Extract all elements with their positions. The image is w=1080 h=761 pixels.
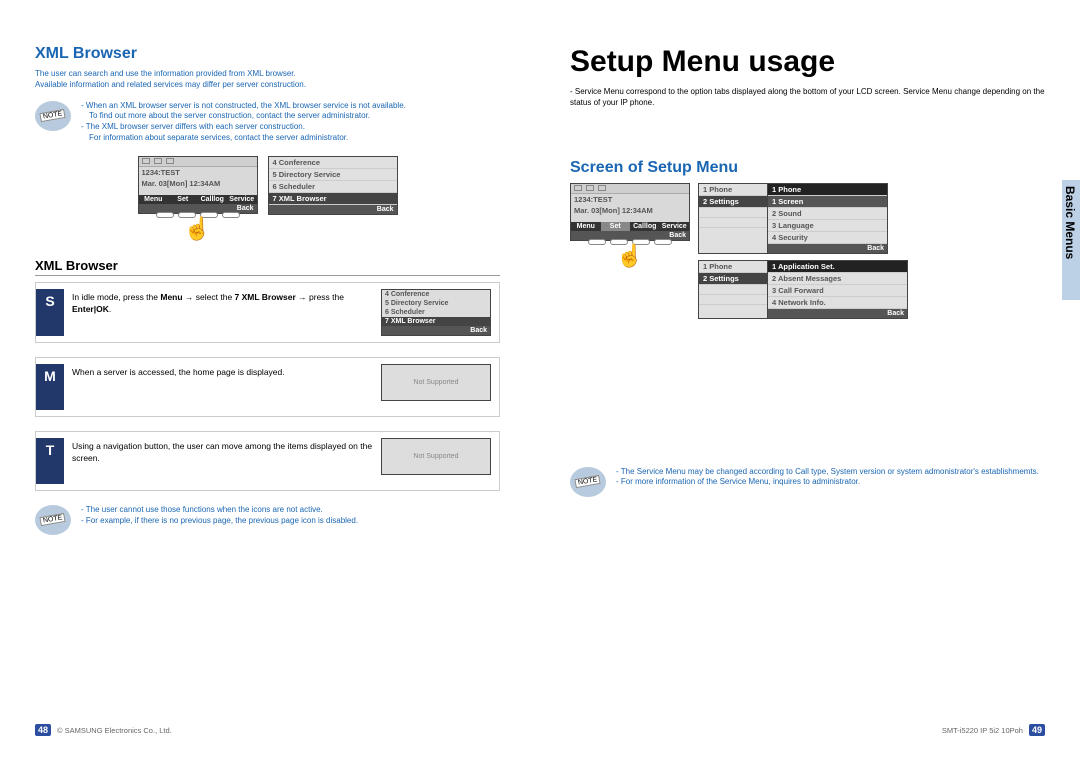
idle-lcd: 1234:TEST Mar. 03[Mon] 12:34AM Menu Set … [138, 156, 258, 214]
step-s-tag: S [36, 289, 64, 336]
note-icon: NOTE [35, 505, 71, 535]
page-left: XML Browser The user can search and use … [0, 0, 540, 761]
step-m-text: When a server is accessed, the home page… [72, 364, 375, 378]
hand-icon: ☝ [616, 245, 643, 267]
footer-right: SMT-i5220 IP 5i2 10Poh 49 [942, 724, 1045, 736]
note-text-2: The user cannot use those functions when… [81, 505, 358, 527]
screen-of-setup-heading: Screen of Setup Menu [570, 159, 1045, 177]
setup-menu-title: Setup Menu usage [570, 45, 1045, 79]
step-m-lcd: Not Supported [381, 364, 491, 401]
xml-browser-title: XML Browser [35, 45, 500, 63]
footer-right-text: SMT-i5220 IP 5i2 10Poh [942, 726, 1023, 735]
note-icon: NOTE [570, 467, 606, 497]
setup-cluster: 1234:TEST Mar. 03[Mon] 12:34AM Menu Set … [570, 183, 1045, 319]
intro-line-2: Available information and related servic… [35, 80, 500, 91]
intro-line-1: The user can search and use the informat… [35, 69, 500, 80]
setup-split-2: 1 Phone 2 Settings 1 Application Set. 2 … [698, 260, 908, 319]
step-t: T Using a navigation button, the user ca… [35, 431, 500, 491]
hand-icon: ☝ [184, 218, 211, 240]
page-right: Setup Menu usage - Service Menu correspo… [540, 0, 1080, 761]
softkeys-hand: ☝ [156, 212, 240, 240]
side-tab-basic-menus: Basic Menus [1062, 180, 1080, 300]
page-number-left: 48 [35, 724, 51, 736]
xml-browser-subheading: XML Browser [35, 258, 500, 276]
note-block-1: NOTE When an XML browser server is not c… [35, 101, 500, 144]
note-text-1: When an XML browser server is not constr… [81, 101, 406, 144]
footer-left: 48 © SAMSUNG Electronics Co., Ltd. [35, 724, 172, 736]
step-t-lcd: Not Supported [381, 438, 491, 475]
footer-left-text: © SAMSUNG Electronics Co., Ltd. [57, 726, 172, 735]
step-t-tag: T [36, 438, 64, 484]
step-t-text: Using a navigation button, the user can … [72, 438, 375, 465]
step-s-text: In idle mode, press the Menu → select th… [72, 289, 375, 316]
idle-lcd-right: 1234:TEST Mar. 03[Mon] 12:34AM Menu Set … [570, 183, 690, 241]
xml-menu-lcd: 4 Conference 5 Directory Service 6 Sched… [268, 156, 398, 215]
note-block-right: NOTE The Service Menu may be changed acc… [570, 467, 1045, 497]
setup-intro: - Service Menu correspond to the option … [570, 87, 1045, 109]
step-s: S In idle mode, press the Menu → select … [35, 282, 500, 343]
setup-split-1: 1 Phone 2 Settings 1 Phone 1 Screen 2 So… [698, 183, 908, 254]
page-number-right: 49 [1029, 724, 1045, 736]
softkeys-hand-right: ☝ [588, 239, 672, 267]
step-m: M When a server is accessed, the home pa… [35, 357, 500, 417]
step-m-tag: M [36, 364, 64, 410]
note-text-right: The Service Menu may be changed accordin… [616, 467, 1039, 489]
note-block-2: NOTE The user cannot use those functions… [35, 505, 500, 535]
step-s-lcd: 4 Conference 5 Directory Service 6 Sched… [381, 289, 491, 336]
lcd-pair-top: 1234:TEST Mar. 03[Mon] 12:34AM Menu Set … [35, 156, 500, 240]
note-icon: NOTE [35, 101, 71, 131]
